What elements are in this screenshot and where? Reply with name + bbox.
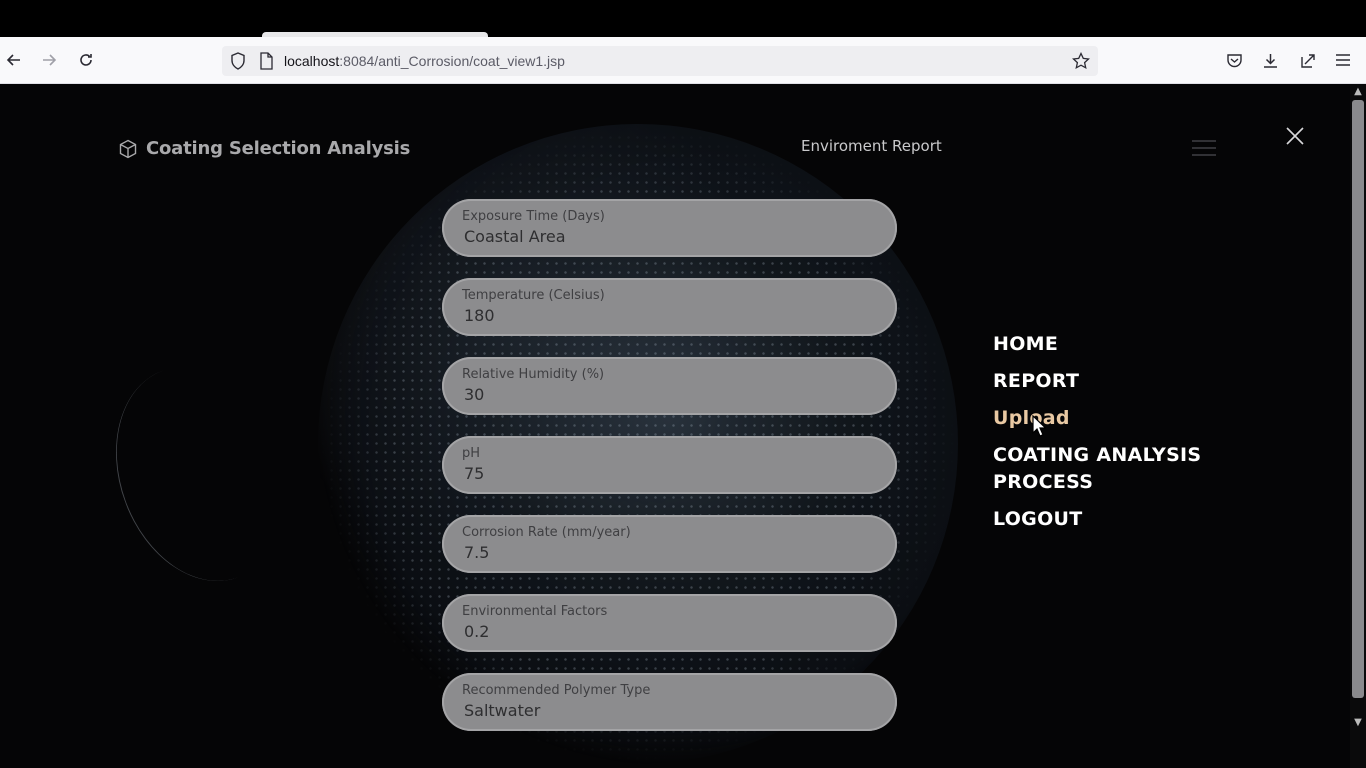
arrow-left-icon xyxy=(6,54,20,66)
app-menu-button[interactable] xyxy=(1332,49,1354,71)
field-value[interactable]: 75 xyxy=(464,464,484,483)
page-viewport: Coating Selection Analysis Enviroment Re… xyxy=(0,84,1350,768)
field-value[interactable]: 180 xyxy=(464,306,495,325)
pocket-icon xyxy=(1226,53,1242,67)
field-value[interactable]: Saltwater xyxy=(464,701,540,720)
field-value[interactable]: 7.5 xyxy=(464,543,489,562)
arrow-right-icon xyxy=(43,54,57,66)
scrollbar-thumb[interactable] xyxy=(1352,100,1364,698)
menu-item-home[interactable]: HOME xyxy=(993,331,1253,358)
close-icon[interactable] xyxy=(1283,124,1307,148)
scroll-up-icon[interactable]: ▲ xyxy=(1353,87,1363,97)
extensions-button[interactable] xyxy=(1296,49,1318,71)
relative-humidity-field[interactable]: Relative Humidity (%) 30 xyxy=(442,357,897,415)
environment-report-link[interactable]: Enviroment Report xyxy=(801,137,942,155)
cube-icon xyxy=(119,139,137,158)
reload-button[interactable] xyxy=(75,49,97,71)
shield-icon[interactable] xyxy=(230,52,246,70)
nav-toggle-icon[interactable] xyxy=(1192,140,1216,156)
downloads-button[interactable] xyxy=(1259,49,1281,71)
field-value[interactable]: 30 xyxy=(464,385,484,404)
scroll-down-icon[interactable]: ▼ xyxy=(1353,718,1363,728)
field-value[interactable]: 0.2 xyxy=(464,622,489,641)
menu-item-coating-analysis-process[interactable]: COATING ANALYSIS PROCESS xyxy=(993,442,1253,496)
field-label: Recommended Polymer Type xyxy=(462,683,651,698)
window-titlebar xyxy=(0,0,1366,37)
browser-toolbar: localhost:8084/anti_Corrosion/coat_view1… xyxy=(0,37,1366,84)
field-label: Relative Humidity (%) xyxy=(462,367,605,382)
mouse-cursor-icon xyxy=(1032,415,1046,437)
brand-title: Coating Selection Analysis xyxy=(146,138,411,159)
field-label: Temperature (Celsius) xyxy=(462,288,605,303)
menu-item-logout[interactable]: LOGOUT xyxy=(993,506,1253,533)
pocket-button[interactable] xyxy=(1223,49,1245,71)
url-bar[interactable]: localhost:8084/anti_Corrosion/coat_view1… xyxy=(222,46,1098,76)
field-label: Environmental Factors xyxy=(462,604,608,619)
page-scrollbar[interactable]: ▲ ▼ xyxy=(1350,84,1366,768)
share-icon xyxy=(1300,53,1315,68)
hamburger-icon xyxy=(1336,54,1350,66)
star-icon[interactable] xyxy=(1072,52,1090,70)
temperature-field[interactable]: Temperature (Celsius) 180 xyxy=(442,278,897,336)
recommended-polymer-field[interactable]: Recommended Polymer Type Saltwater xyxy=(442,673,897,731)
menu-item-report[interactable]: REPORT xyxy=(993,368,1253,395)
download-icon xyxy=(1263,53,1277,68)
field-label: Exposure Time (Days) xyxy=(462,209,605,224)
field-label: Corrosion Rate (mm/year) xyxy=(462,525,631,540)
field-label: pH xyxy=(462,446,481,461)
report-form: Exposure Time (Days) Coastal Area Temper… xyxy=(442,199,897,752)
corrosion-rate-field[interactable]: Corrosion Rate (mm/year) 7.5 xyxy=(442,515,897,573)
background-arc xyxy=(87,343,314,605)
ph-field[interactable]: pH 75 xyxy=(442,436,897,494)
side-menu: HOME REPORT Upload COATING ANALYSIS PROC… xyxy=(993,331,1253,543)
forward-button[interactable] xyxy=(38,49,60,71)
environmental-factors-field[interactable]: Environmental Factors 0.2 xyxy=(442,594,897,652)
back-button[interactable] xyxy=(3,49,25,71)
field-value[interactable]: Coastal Area xyxy=(464,227,566,246)
reload-icon xyxy=(80,54,92,66)
exposure-time-field[interactable]: Exposure Time (Days) Coastal Area xyxy=(442,199,897,257)
page-icon xyxy=(260,52,273,70)
url-text[interactable]: localhost:8084/anti_Corrosion/coat_view1… xyxy=(284,53,565,69)
brand[interactable]: Coating Selection Analysis xyxy=(118,138,410,159)
